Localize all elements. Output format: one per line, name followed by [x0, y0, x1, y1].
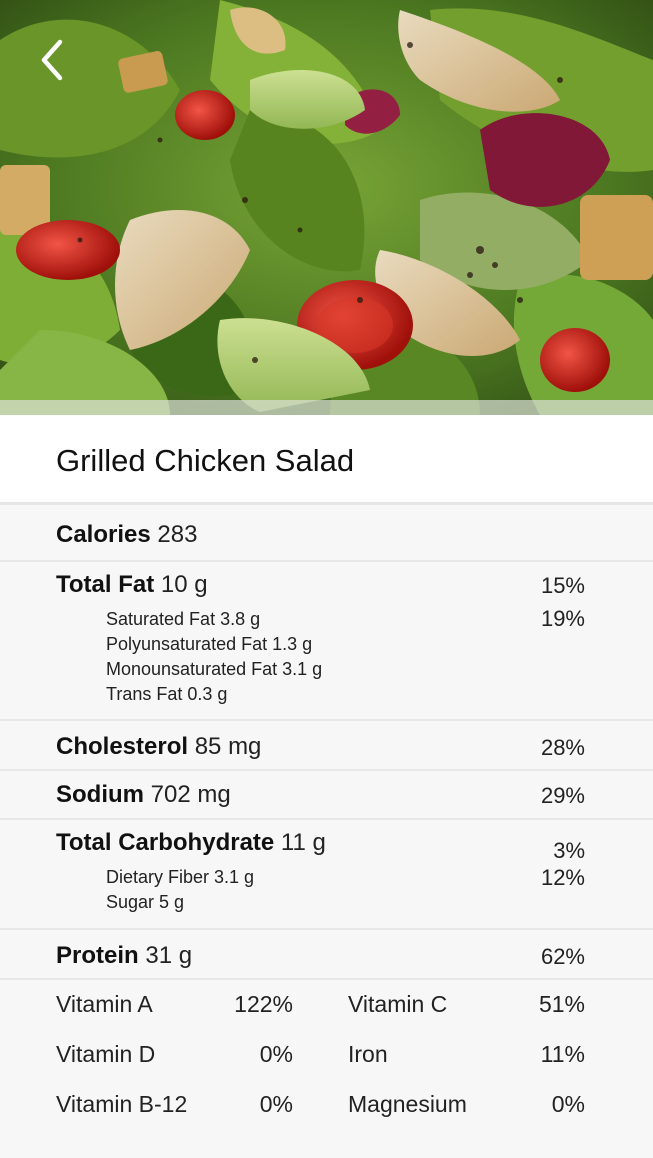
- trans-fat: Trans Fat 0.3 g: [106, 684, 228, 704]
- salad-photo: [0, 0, 653, 415]
- dietary-fiber-pct: 12%: [540, 865, 585, 890]
- saturated-fat-pct: 19%: [540, 606, 585, 631]
- protein-pct: 62%: [540, 944, 585, 969]
- total-fat-pct: 15%: [540, 573, 585, 598]
- saturated-fat: Saturated Fat 3.8 g: [106, 609, 261, 629]
- hero-image: [0, 0, 653, 415]
- protein-label: Protein: [56, 942, 139, 969]
- dietary-fiber: Dietary Fiber 3.1 g: [106, 867, 255, 887]
- cholesterol-pct: 28%: [540, 735, 585, 760]
- calories-label: Calories: [56, 521, 151, 548]
- calories-line: Calories 283: [56, 521, 197, 549]
- back-button[interactable]: [30, 30, 80, 90]
- vitamin-a-value: 122%: [234, 991, 293, 1017]
- total-carb-line: Total Carbohydrate 11 g: [56, 829, 326, 857]
- total-carb-value: 11 g: [280, 829, 326, 856]
- calories-value: 283: [157, 521, 198, 548]
- recipe-title: Grilled Chicken Salad: [56, 443, 355, 478]
- sugar: Sugar 5 g: [106, 892, 185, 912]
- chevron-left-icon: [41, 39, 63, 81]
- iron-value: 11%: [540, 1041, 585, 1067]
- sodium-line: Sodium 702 mg: [56, 781, 231, 809]
- sodium-value: 702 mg: [150, 781, 231, 808]
- sodium-label: Sodium: [56, 781, 144, 808]
- monounsaturated-fat: Monounsaturated Fat 3.1 g: [106, 659, 323, 679]
- vitamin-b12-value: 0%: [259, 1091, 293, 1117]
- cholesterol-row: Cholesterol 85 mg 28%: [0, 721, 653, 771]
- iron-label: Iron: [348, 1041, 388, 1067]
- vitamin-b12-label: Vitamin B-12: [56, 1091, 188, 1117]
- vitamin-d-value: 0%: [259, 1041, 293, 1067]
- protein-value: 31 g: [145, 942, 193, 969]
- total-fat-label: Total Fat: [56, 571, 155, 598]
- vitamin-c-label: Vitamin C: [348, 991, 448, 1017]
- calories-row: Calories 283: [0, 508, 653, 562]
- magnesium-label: Magnesium: [348, 1091, 467, 1117]
- vitamin-a-label: Vitamin A: [56, 991, 153, 1017]
- protein-row: Protein 31 g 62%: [0, 930, 653, 980]
- cholesterol-line: Cholesterol 85 mg: [56, 733, 261, 761]
- polyunsaturated-fat: Polyunsaturated Fat 1.3 g: [106, 634, 313, 654]
- protein-line: Protein 31 g: [56, 942, 192, 970]
- vitamin-c-value: 51%: [538, 991, 585, 1017]
- total-fat-row: Total Fat 10 g 15% Saturated Fat 3.8 g 1…: [0, 562, 653, 721]
- total-fat-value: 10 g: [160, 571, 208, 598]
- vitamins-grid: Vitamin A 122% Vitamin C 51% Vitamin D 0…: [0, 980, 653, 1158]
- sodium-pct: 29%: [540, 783, 585, 808]
- total-carb-row: Total Carbohydrate 11 g 3% Dietary Fiber…: [0, 820, 653, 930]
- cholesterol-label: Cholesterol: [56, 733, 189, 760]
- cholesterol-value: 85 mg: [194, 733, 262, 760]
- total-carb-pct: 3%: [553, 838, 585, 863]
- sodium-row: Sodium 702 mg 29%: [0, 771, 653, 820]
- total-carb-label: Total Carbohydrate: [56, 829, 275, 856]
- magnesium-value: 0%: [551, 1091, 585, 1117]
- vitamin-d-label: Vitamin D: [56, 1041, 156, 1067]
- title-bar: Grilled Chicken Salad: [0, 415, 653, 505]
- total-fat-line: Total Fat 10 g: [56, 571, 208, 599]
